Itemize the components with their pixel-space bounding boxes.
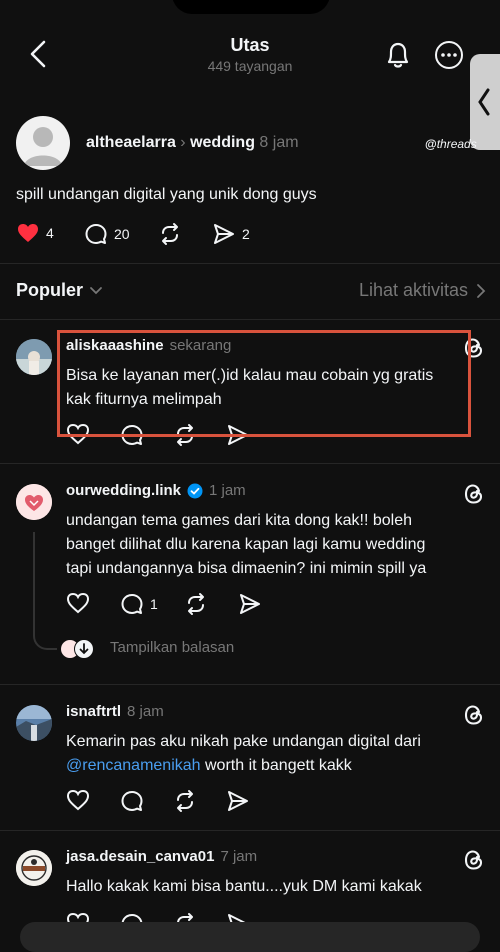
edge-panel-handle[interactable] — [470, 54, 500, 150]
like-button[interactable] — [66, 789, 90, 811]
like-button[interactable] — [66, 592, 90, 614]
arrow-down-icon — [74, 639, 94, 659]
view-activity-link[interactable]: Lihat aktivitas — [359, 280, 486, 301]
comment-button[interactable]: 20 — [84, 222, 130, 246]
repost-icon — [158, 222, 182, 246]
comment-button[interactable]: 1 — [120, 592, 158, 616]
reply-header: ourwedding.link 1 jam — [66, 482, 246, 499]
reply-composer-bar[interactable] — [20, 922, 480, 952]
comment-icon — [120, 592, 144, 616]
reply-avatars — [60, 639, 100, 659]
reply-time: 7 jam — [220, 848, 258, 865]
divider — [0, 463, 500, 464]
view-count: 449 tayangan — [207, 58, 293, 74]
post-username[interactable]: altheaelarra — [86, 134, 176, 151]
share-count: 2 — [242, 226, 250, 242]
send-icon — [212, 222, 236, 246]
reply-text: Hallo kakak kami bisa bantu....yuk DM ka… — [66, 878, 422, 895]
divider — [0, 684, 500, 685]
avatar[interactable] — [16, 705, 52, 741]
threads-badge: @threads — [425, 137, 477, 151]
share-button[interactable] — [238, 592, 262, 616]
comment-icon — [120, 789, 144, 813]
like-count: 4 — [46, 225, 54, 241]
mention-link[interactable]: @rencanamenikah — [66, 757, 201, 774]
send-icon — [238, 592, 262, 616]
reply-username[interactable]: ourwedding.link — [66, 482, 181, 499]
thread-connector-line — [33, 532, 57, 650]
post-meta: altheaelarra › wedding 8 jam — [86, 134, 299, 152]
repost-button[interactable] — [184, 592, 208, 616]
divider — [0, 319, 500, 320]
share-button[interactable]: 2 — [212, 222, 250, 246]
sort-label: Populer — [16, 280, 84, 300]
threads-logo-icon[interactable] — [463, 482, 485, 506]
post-text: spill undangan digital yang unik dong gu… — [16, 186, 317, 203]
repost-icon — [173, 789, 197, 813]
reply-username[interactable]: isnaftrtl — [66, 703, 121, 720]
chevron-right-icon — [476, 283, 486, 299]
post-time: 8 jam — [259, 134, 299, 151]
repost-button[interactable] — [173, 789, 197, 813]
show-replies-link[interactable]: Tampilkan balasan — [110, 639, 234, 656]
comment-count: 1 — [150, 596, 158, 612]
comment-icon — [84, 222, 108, 246]
reply-header: jasa.desain_canva01 7 jam — [66, 848, 257, 865]
post-community[interactable]: wedding — [190, 134, 255, 151]
reply-username[interactable]: jasa.desain_canva01 — [66, 848, 214, 865]
verified-badge-icon — [187, 483, 203, 499]
threads-logo-icon: @ — [425, 137, 437, 151]
more-options-icon[interactable] — [434, 40, 464, 70]
chevron-right-icon: › — [180, 134, 191, 151]
send-icon — [226, 789, 250, 813]
threads-logo-icon[interactable] — [463, 848, 485, 872]
avatar[interactable] — [16, 339, 52, 375]
reply-text: undangan tema games dari kita dong kak!!… — [66, 512, 427, 577]
device-notch — [172, 0, 330, 14]
repost-button[interactable] — [158, 222, 182, 246]
view-activity-label: Lihat aktivitas — [358, 280, 468, 300]
avatar[interactable] — [16, 484, 52, 520]
sort-dropdown[interactable]: Populer — [16, 280, 103, 301]
avatar[interactable] — [16, 850, 52, 886]
divider — [0, 263, 500, 264]
page-title: Utas — [230, 35, 270, 55]
share-button[interactable] — [226, 789, 250, 813]
heart-filled-icon — [16, 222, 40, 244]
repost-icon — [184, 592, 208, 616]
heart-icon — [66, 592, 90, 614]
chevron-down-icon — [89, 286, 103, 296]
comment-button[interactable] — [120, 789, 144, 813]
like-button[interactable]: 4 — [16, 222, 54, 244]
bell-icon[interactable] — [384, 40, 412, 70]
highlight-box — [57, 330, 471, 437]
threads-logo-icon[interactable] — [463, 703, 485, 727]
reply-time: 8 jam — [127, 703, 164, 720]
reply-header: isnaftrtl 8 jam — [66, 703, 164, 720]
reply-text: Kemarin pas aku nikah pake undangan digi… — [66, 733, 421, 774]
avatar[interactable] — [16, 116, 70, 170]
divider — [0, 830, 500, 831]
comment-count: 20 — [114, 226, 130, 242]
heart-icon — [66, 789, 90, 811]
reply-time: 1 jam — [209, 482, 246, 499]
